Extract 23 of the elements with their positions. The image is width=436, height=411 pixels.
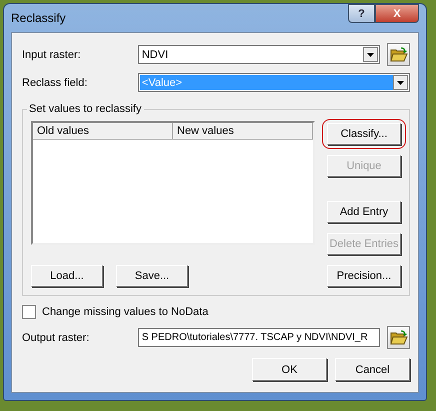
field-label: Input raster:	[22, 48, 82, 60]
dialog-button[interactable]: Cancel	[335, 358, 410, 381]
window-title: Reclassify	[11, 11, 66, 25]
checkbox[interactable]	[22, 305, 36, 319]
action-button[interactable]: Load...	[31, 265, 103, 287]
dialog-button[interactable]: OK	[252, 358, 327, 381]
field-label: Reclass field:	[22, 76, 88, 88]
help-button[interactable]: ?	[348, 4, 375, 23]
open-folder-button[interactable]	[387, 43, 410, 66]
folder-icon	[390, 330, 408, 345]
checkbox-label: Change missing values to NoData	[42, 306, 208, 318]
action-button[interactable]: Classify...	[327, 123, 401, 145]
input-raster-dropdown[interactable]: NDVI	[138, 45, 380, 64]
column-header[interactable]: Old values	[33, 123, 173, 139]
output-raster-field[interactable]: S PEDRO\tutoriales\7777. TSCAP y NDVI\NDVI_R	[138, 328, 380, 347]
column-header[interactable]: New values	[173, 123, 313, 139]
precision-button[interactable]: Precision...	[327, 265, 401, 287]
folder-icon	[390, 47, 408, 62]
open-folder-button[interactable]	[387, 326, 410, 349]
action-button[interactable]: Save...	[116, 265, 188, 287]
action-button[interactable]: Add Entry	[327, 201, 401, 223]
group-title: Set values to reclassify	[28, 103, 142, 115]
field-label: Output raster:	[22, 332, 90, 344]
